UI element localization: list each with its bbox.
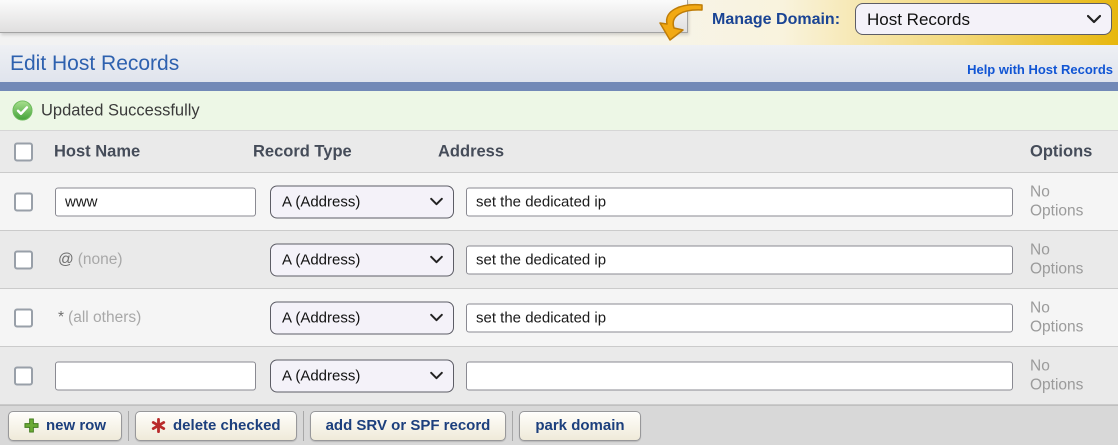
host-note: (all others) (68, 309, 141, 326)
address-input[interactable] (466, 361, 1013, 390)
status-bar: Updated Successfully (0, 91, 1118, 131)
delete-checked-button[interactable]: delete checked (135, 411, 297, 441)
park-domain-button[interactable]: park domain (519, 411, 640, 441)
top-gray-panel (0, 0, 688, 33)
record-type-dropdown[interactable]: A (Address) (270, 243, 454, 276)
manage-domain-label: Manage Domain: (712, 11, 840, 29)
select-all-checkbox[interactable] (14, 142, 33, 161)
host-name-input[interactable] (55, 361, 256, 390)
record-type-dropdown[interactable]: A (Address) (270, 185, 454, 218)
page-title: Edit Host Records (10, 52, 179, 76)
button-separator (303, 411, 304, 441)
record-type-select[interactable]: A (Address) (270, 359, 454, 392)
host-name-label: @(none) (58, 251, 123, 269)
host-record-row-root: @(none) A (Address) No Options (0, 231, 1118, 289)
column-header-address: Address (438, 142, 504, 161)
manage-domain-select[interactable]: Host Records (855, 3, 1112, 35)
plus-icon (24, 418, 39, 433)
delete-checked-label: delete checked (173, 417, 281, 434)
record-type-dropdown[interactable]: A (Address) (270, 359, 454, 392)
park-domain-label: park domain (535, 417, 624, 434)
curved-arrow-icon (656, 1, 706, 43)
host-records-page: Manage Domain: Host Records Edit Host Re… (0, 0, 1118, 445)
address-input[interactable] (466, 245, 1013, 274)
host-note: (none) (78, 251, 123, 268)
add-srv-spf-button[interactable]: add SRV or SPF record (310, 411, 507, 441)
host-record-row-wildcard: *(all others) A (Address) No Options (0, 289, 1118, 347)
row-checkbox[interactable] (14, 250, 33, 269)
manage-domain-dropdown[interactable]: Host Records (855, 3, 1112, 35)
section-divider (0, 82, 1118, 91)
page-header: Edit Host Records Help with Host Records (0, 45, 1118, 82)
host-record-row-www: A (Address) No Options (0, 173, 1118, 231)
column-header-host-name: Host Name (54, 142, 140, 161)
row-checkbox[interactable] (14, 192, 33, 211)
record-type-dropdown[interactable]: A (Address) (270, 301, 454, 334)
address-input[interactable] (466, 303, 1013, 332)
success-check-icon (12, 100, 33, 121)
host-name-label: *(all others) (58, 309, 141, 327)
add-srv-spf-label: add SRV or SPF record (326, 417, 491, 434)
table-header-row: Host Name Record Type Address Options (0, 131, 1118, 173)
host-record-row-empty: A (Address) No Options (0, 347, 1118, 405)
address-input[interactable] (466, 187, 1013, 216)
new-row-label: new row (46, 417, 106, 434)
host-symbol: @ (58, 251, 74, 268)
options-cell: No Options (1030, 298, 1098, 337)
record-type-select[interactable]: A (Address) (270, 301, 454, 334)
row-checkbox[interactable] (14, 308, 33, 327)
button-separator (128, 411, 129, 441)
action-bar: new row delete checked add SRV or SPF re… (0, 405, 1118, 445)
host-symbol: * (58, 309, 64, 326)
status-message: Updated Successfully (41, 101, 200, 120)
record-type-select[interactable]: A (Address) (270, 243, 454, 276)
delete-asterisk-icon (151, 418, 166, 433)
help-link[interactable]: Help with Host Records (967, 62, 1113, 77)
row-checkbox[interactable] (14, 366, 33, 385)
top-bar: Manage Domain: Host Records (0, 0, 1118, 45)
options-cell: No Options (1030, 182, 1098, 221)
record-type-select[interactable]: A (Address) (270, 185, 454, 218)
options-cell: No Options (1030, 356, 1098, 395)
button-separator (512, 411, 513, 441)
column-header-record-type: Record Type (253, 142, 352, 161)
host-name-input[interactable] (55, 187, 256, 216)
column-header-options: Options (1030, 142, 1092, 161)
new-row-button[interactable]: new row (8, 411, 122, 441)
options-cell: No Options (1030, 240, 1098, 279)
